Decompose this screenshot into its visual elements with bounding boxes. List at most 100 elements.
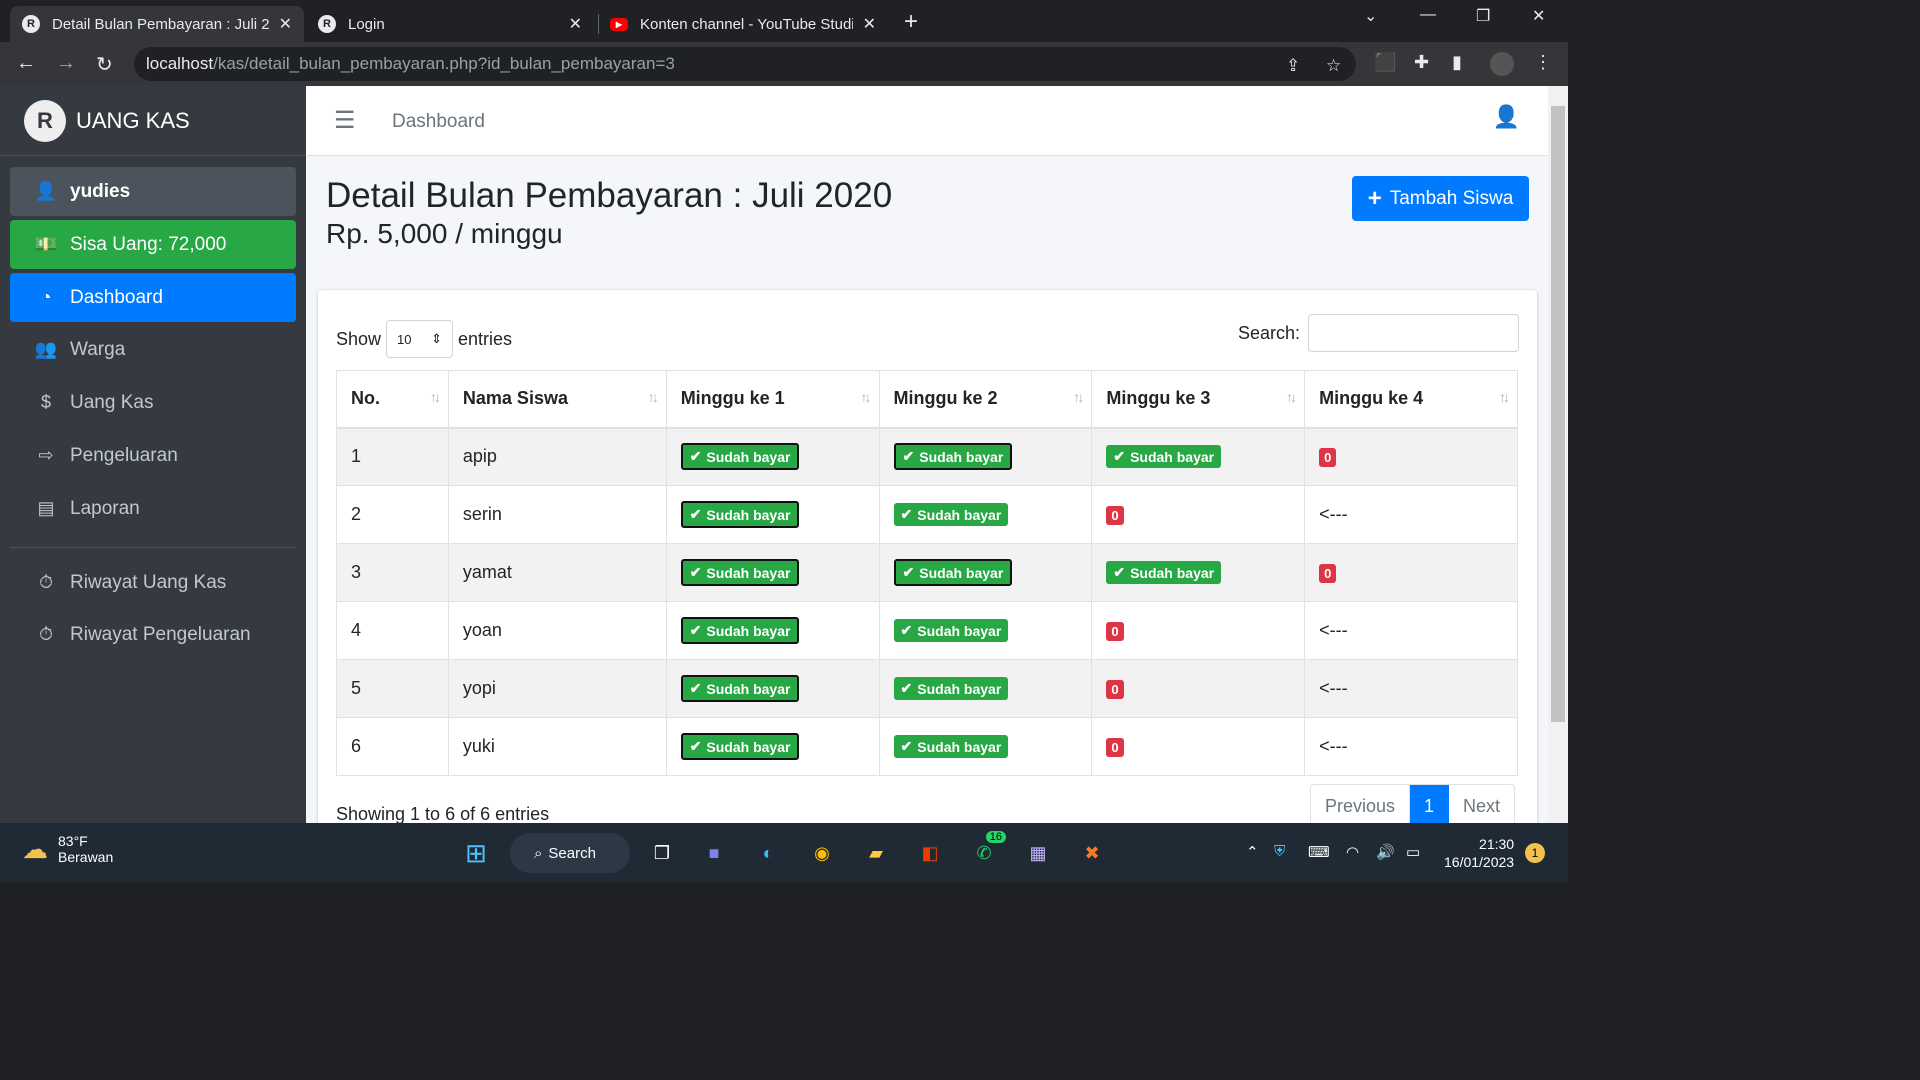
unpaid-badge[interactable]: 0 (1106, 680, 1124, 699)
close-tab-icon[interactable]: ✕ (863, 14, 876, 34)
paid-badge[interactable]: ✔ Sudah bayar (1106, 445, 1222, 469)
add-student-button[interactable]: + Tambah Siswa (1352, 176, 1529, 221)
menu-kebab-icon[interactable]: ⋮ (1534, 52, 1552, 73)
brand[interactable]: R UANG KAS (0, 86, 306, 156)
close-tab-icon[interactable]: ✕ (279, 14, 292, 34)
column-header-name[interactable]: Nama Siswa ↑↓ (447, 370, 667, 429)
app-window-icon[interactable]: ▦ (1022, 837, 1054, 869)
column-header-week2[interactable]: Minggu ke 2 ↑↓ (878, 370, 1093, 429)
forward-icon[interactable]: → (56, 52, 76, 75)
sidebar-item-dashboard[interactable]: ◔ Dashboard (10, 273, 296, 322)
page-scrollbar[interactable] (1548, 86, 1568, 823)
paid-badge[interactable]: ✔ Sudah bayar (680, 675, 800, 702)
sidebar-user[interactable]: 👤 yudies (10, 167, 296, 216)
file-explorer-icon[interactable]: ▰ (860, 837, 892, 869)
paid-badge[interactable]: ✔ Sudah bayar (893, 443, 1013, 471)
paid-badge[interactable]: ✔ Sudah bayar (893, 619, 1009, 642)
share-icon[interactable]: ⇪ (1286, 56, 1300, 76)
pdf-extension-icon[interactable]: ⬛ (1374, 52, 1396, 73)
side-panel-icon[interactable]: ▮ (1452, 52, 1462, 73)
unpaid-badge[interactable]: 0 (1106, 738, 1124, 757)
volume-icon[interactable]: 🔊 (1376, 843, 1395, 861)
bookmark-star-icon[interactable]: ☆ (1326, 56, 1341, 76)
tab-login[interactable]: R Login ✕ (306, 6, 594, 42)
system-clock[interactable]: 21:30 16/01/2023 (1444, 835, 1514, 871)
chrome-browser-icon[interactable]: ◉ (806, 837, 838, 869)
close-window-icon[interactable]: ✕ (1532, 6, 1545, 26)
edge-browser-icon[interactable]: ◐ (752, 837, 784, 869)
tab-search-icon[interactable]: ⌄ (1364, 6, 1377, 26)
week-1-status: ✔ Sudah bayar (665, 659, 880, 718)
paid-label: Sudah bayar (706, 506, 791, 523)
row-number: 4 (336, 601, 449, 660)
address-bar[interactable]: i localhost/kas/detail_bulan_pembayaran.… (134, 47, 1356, 579)
wifi-icon[interactable]: ◠ (1346, 843, 1359, 861)
user-account-icon[interactable]: 👤 (1493, 104, 1520, 130)
paid-badge[interactable]: ✔ Sudah bayar (680, 443, 800, 471)
column-header-week1[interactable]: Minggu ke 1 ↑↓ (665, 370, 880, 429)
sidebar-item-riwayat-uang-kas[interactable]: ⏱ Riwayat Uang Kas (10, 558, 296, 607)
previous-page-button[interactable]: Previous (1311, 785, 1411, 823)
notification-badge[interactable]: 1 (1525, 843, 1545, 863)
balance-label: Sisa Uang: 72,000 (70, 233, 227, 255)
paid-label: Sudah bayar (1130, 564, 1215, 581)
sidebar-item-laporan[interactable]: ▤ Laporan (10, 484, 296, 533)
windows-start-icon[interactable]: ⊞ (460, 837, 492, 869)
tab-youtube-studio[interactable]: ▶ Konten channel - YouTube Studio ✕ (598, 6, 888, 42)
security-shield-icon[interactable]: ⛨ (1274, 843, 1285, 860)
extensions-puzzle-icon[interactable]: ✚ (1414, 52, 1429, 73)
student-name: yoan (447, 601, 667, 660)
page-1-button[interactable]: 1 (1410, 785, 1450, 823)
teams-chat-icon[interactable]: ■ (698, 837, 730, 869)
sidebar-item-uang-kas[interactable]: $ Uang Kas (10, 378, 296, 427)
sidebar-item-riwayat-pengeluaran[interactable]: ⏱ Riwayat Pengeluaran (10, 610, 296, 659)
paid-badge[interactable]: ✔ Sudah bayar (680, 617, 800, 644)
reload-icon[interactable]: ↻ (96, 52, 113, 77)
unpaid-badge[interactable]: 0 (1319, 564, 1337, 583)
column-header-no[interactable]: No. ↑↓ (336, 370, 449, 429)
back-icon[interactable]: ← (16, 52, 36, 75)
close-tab-icon[interactable]: ✕ (569, 14, 582, 34)
locked-arrow: <--- (1319, 736, 1348, 756)
scrollbar-thumb[interactable] (1551, 106, 1565, 722)
unpaid-badge[interactable]: 0 (1319, 448, 1337, 468)
weather-widget[interactable]: ☁ 83°F Berawan (22, 833, 113, 865)
paid-label: Sudah bayar (706, 622, 791, 639)
xampp-icon[interactable]: ✖ (1076, 837, 1108, 869)
entries-select[interactable]: 10 ⇕ (386, 320, 454, 358)
new-tab-icon[interactable]: + (904, 8, 918, 36)
column-header-week3[interactable]: Minggu ke 3 ↑↓ (1091, 370, 1306, 429)
paid-badge[interactable]: ✔ Sudah bayar (893, 735, 1009, 758)
minimize-icon[interactable]: — (1420, 6, 1436, 24)
paid-badge[interactable]: ✔ Sudah bayar (680, 733, 800, 760)
paid-badge[interactable]: ✔ Sudah bayar (680, 559, 800, 586)
sidebar-item-warga[interactable]: 👥 Warga (10, 325, 296, 374)
profile-avatar[interactable] (1490, 52, 1514, 76)
task-view-icon[interactable]: ❐ (646, 837, 678, 869)
week-3-status: ✔ Sudah bayar (1091, 543, 1306, 602)
sidebar-balance[interactable]: 💵 Sisa Uang: 72,000 (10, 220, 296, 269)
paid-badge[interactable]: ✔ Sudah bayar (893, 559, 1013, 586)
sidebar-item-pengeluaran[interactable]: ⇨ Pengeluaran (10, 431, 296, 480)
whatsapp-icon[interactable]: ✆ 16 (968, 831, 1006, 869)
nav-dashboard-link[interactable]: Dashboard (392, 111, 485, 133)
unpaid-badge[interactable]: 0 (1106, 506, 1124, 525)
search-input[interactable] (1308, 314, 1519, 352)
tab-detail-bulan[interactable]: R Detail Bulan Pembayaran : Juli 20 ✕ (10, 6, 304, 42)
header-label: Minggu ke 1 (680, 388, 785, 409)
locked-arrow: <--- (1319, 620, 1348, 640)
paid-badge[interactable]: ✔ Sudah bayar (893, 503, 1009, 526)
battery-icon[interactable]: ▭ (1406, 843, 1420, 861)
show-hidden-icons[interactable]: ⌃ (1246, 843, 1259, 861)
paid-badge[interactable]: ✔ Sudah bayar (893, 677, 1009, 700)
paid-badge[interactable]: ✔ Sudah bayar (1106, 561, 1222, 584)
hamburger-menu-icon[interactable]: ☰ (334, 106, 356, 135)
paid-badge[interactable]: ✔ Sudah bayar (680, 501, 800, 528)
office-icon[interactable]: ◧ (914, 837, 946, 869)
column-header-week4[interactable]: Minggu ke 4 ↑↓ (1304, 370, 1518, 429)
taskbar-search[interactable]: ⌕ Search (510, 833, 630, 873)
next-page-button[interactable]: Next (1449, 785, 1514, 823)
restore-icon[interactable]: ❐ (1476, 6, 1490, 26)
keyboard-icon[interactable]: ⌨ (1308, 843, 1330, 861)
unpaid-badge[interactable]: 0 (1106, 622, 1124, 641)
